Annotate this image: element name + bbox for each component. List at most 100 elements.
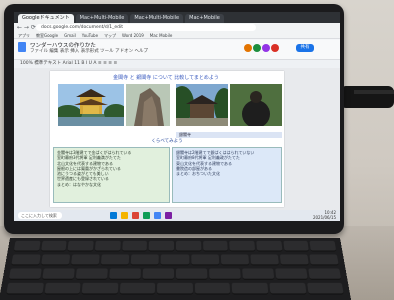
key[interactable] (75, 268, 108, 280)
stone-statue-photo (126, 84, 170, 126)
key[interactable] (101, 254, 130, 266)
address-bar-row: ← → ⟳ docs.google.com/document/d/1_edit (14, 23, 340, 32)
key[interactable] (209, 268, 241, 280)
bookmark-item[interactable]: マップ (104, 32, 116, 38)
key[interactable] (306, 282, 344, 295)
key[interactable] (190, 254, 219, 266)
keyboard-row (3, 265, 348, 280)
key[interactable] (176, 268, 208, 280)
avatar[interactable] (253, 44, 261, 52)
statue-photo (230, 84, 282, 126)
key[interactable] (220, 254, 249, 266)
keyboard (0, 238, 353, 300)
browser-tab-3[interactable]: Mac+Multi-Mobile (130, 14, 184, 23)
back-forward-reload-icons[interactable]: ← → ⟳ (17, 24, 36, 31)
key[interactable] (67, 240, 94, 252)
notes-line: まとめ：おちついた文化 (176, 171, 220, 177)
document-heading: 金閣寺 と 銀閣寺 について 比較してまとめよう (113, 75, 219, 81)
document-page[interactable]: 金閣寺 と 銀閣寺 について 比較してまとめよう 銀閣寺 くらべてみよう 金閣寺… (50, 71, 284, 207)
key[interactable] (194, 282, 231, 295)
taskbar-clock[interactable]: 10:42 2021/06/15 (300, 210, 336, 220)
key[interactable] (309, 254, 339, 266)
ginkakuji-notes-box[interactable]: 銀閣寺は2階建てで銀ぱくははられていない 室町幕府8代将軍 足利義政がたてた 東… (172, 147, 282, 203)
address-bar[interactable]: docs.google.com/document/d/1_edit (36, 24, 256, 31)
compare-label: くらべてみよう (151, 139, 183, 144)
key[interactable] (13, 240, 41, 252)
key[interactable] (256, 240, 283, 252)
key[interactable] (94, 240, 121, 252)
key[interactable] (269, 282, 307, 295)
key[interactable] (283, 240, 310, 252)
share-button[interactable]: 共有 (296, 44, 314, 52)
key[interactable] (6, 282, 44, 295)
key[interactable] (229, 240, 256, 252)
collaborator-avatars (244, 44, 279, 52)
key[interactable] (176, 240, 202, 252)
avatar[interactable] (262, 44, 270, 52)
google-docs-icon[interactable] (18, 42, 26, 52)
key[interactable] (41, 254, 71, 266)
key[interactable] (44, 282, 81, 295)
bookmark-item[interactable]: Gmail (64, 32, 76, 38)
key[interactable] (11, 254, 41, 266)
bookmark-item[interactable]: Word 2019 (122, 32, 144, 38)
bookmark-item[interactable]: アプリ (18, 32, 30, 38)
bookmark-item[interactable]: Mac Mobile (150, 32, 173, 38)
windows-taskbar: ここに入力して検索 10:42 2021/06/15 (14, 210, 340, 221)
keyboard-row (5, 252, 345, 266)
key[interactable] (40, 240, 68, 252)
browser-tab-4[interactable]: Mac+Mobile (185, 14, 224, 23)
photo-scene: Googleドキュメント Mac+Multi-Mobile Mac+Multi-… (0, 0, 394, 300)
kinkakuji-notes-box[interactable]: 金閣寺は3階建てで金ぱくがはられている 室町幕府3代将軍 足利義満がたてた 北山… (53, 147, 170, 203)
app-icon[interactable] (165, 212, 172, 219)
key[interactable] (275, 268, 308, 280)
notes-line: まとめ：はなやかな文化 (57, 181, 101, 187)
key[interactable] (142, 268, 174, 280)
key[interactable] (232, 282, 269, 295)
key[interactable] (119, 282, 156, 295)
app-icon[interactable] (154, 212, 161, 219)
key[interactable] (131, 254, 160, 266)
document-canvas: 金閣寺 と 銀閣寺 について 比較してまとめよう 銀閣寺 くらべてみよう 金閣寺… (14, 68, 340, 210)
keyboard-row (8, 238, 343, 252)
file-explorer-icon[interactable] (121, 212, 128, 219)
tablet-screen: Googleドキュメント Mac+Multi-Mobile Mac+Multi-… (14, 12, 340, 221)
avatar[interactable] (271, 44, 279, 52)
key[interactable] (8, 268, 42, 280)
key[interactable] (81, 282, 119, 295)
bookmarks-bar: アプリ 教室Google Gmail YouTube マップ Word 2019… (14, 32, 340, 39)
key[interactable] (157, 282, 193, 295)
browser-tab-strip: Googleドキュメント Mac+Multi-Mobile Mac+Multi-… (14, 12, 340, 23)
keyboard-row (0, 280, 350, 295)
key[interactable] (202, 240, 229, 252)
avatar[interactable] (244, 44, 252, 52)
key[interactable] (161, 254, 189, 266)
bookmark-item[interactable]: 教室Google (36, 32, 58, 38)
key[interactable] (279, 254, 309, 266)
key[interactable] (242, 268, 275, 280)
key[interactable] (121, 240, 148, 252)
clock-date: 2021/06/15 (312, 214, 336, 220)
tablet-device: Googleドキュメント Mac+Multi-Mobile Mac+Multi-… (4, 4, 344, 234)
cable-plug (354, 90, 394, 94)
browser-tab-2[interactable]: Mac+Multi-Mobile (75, 14, 129, 23)
taskbar-icons (110, 212, 172, 219)
key[interactable] (309, 240, 337, 252)
app-icon[interactable] (143, 212, 150, 219)
kinkakuji-photo (58, 84, 124, 126)
key[interactable] (308, 268, 342, 280)
key[interactable] (71, 254, 100, 266)
key[interactable] (250, 254, 279, 266)
taskbar-search-input[interactable]: ここに入力して検索 (18, 212, 62, 219)
formatting-toolbar[interactable]: 100% 標準テキスト Arial 11 B I U A ≡ ≡ ≡ ≡ (14, 60, 340, 68)
docs-menu-bar[interactable]: ファイル 編集 表示 挿入 表示形式 ツール アドオン ヘルプ (30, 48, 148, 54)
ginkakuji-photo (176, 84, 228, 126)
key[interactable] (148, 240, 175, 252)
browser-tab-docs[interactable]: Googleドキュメント (18, 14, 74, 23)
key[interactable] (42, 268, 75, 280)
docs-header: ワンダーハウスの作りかた ファイル 編集 表示 挿入 表示形式 ツール アドオン… (14, 40, 340, 60)
start-icon[interactable] (110, 212, 117, 219)
bookmark-item[interactable]: YouTube (82, 32, 98, 38)
chrome-icon[interactable] (132, 212, 139, 219)
key[interactable] (109, 268, 141, 280)
